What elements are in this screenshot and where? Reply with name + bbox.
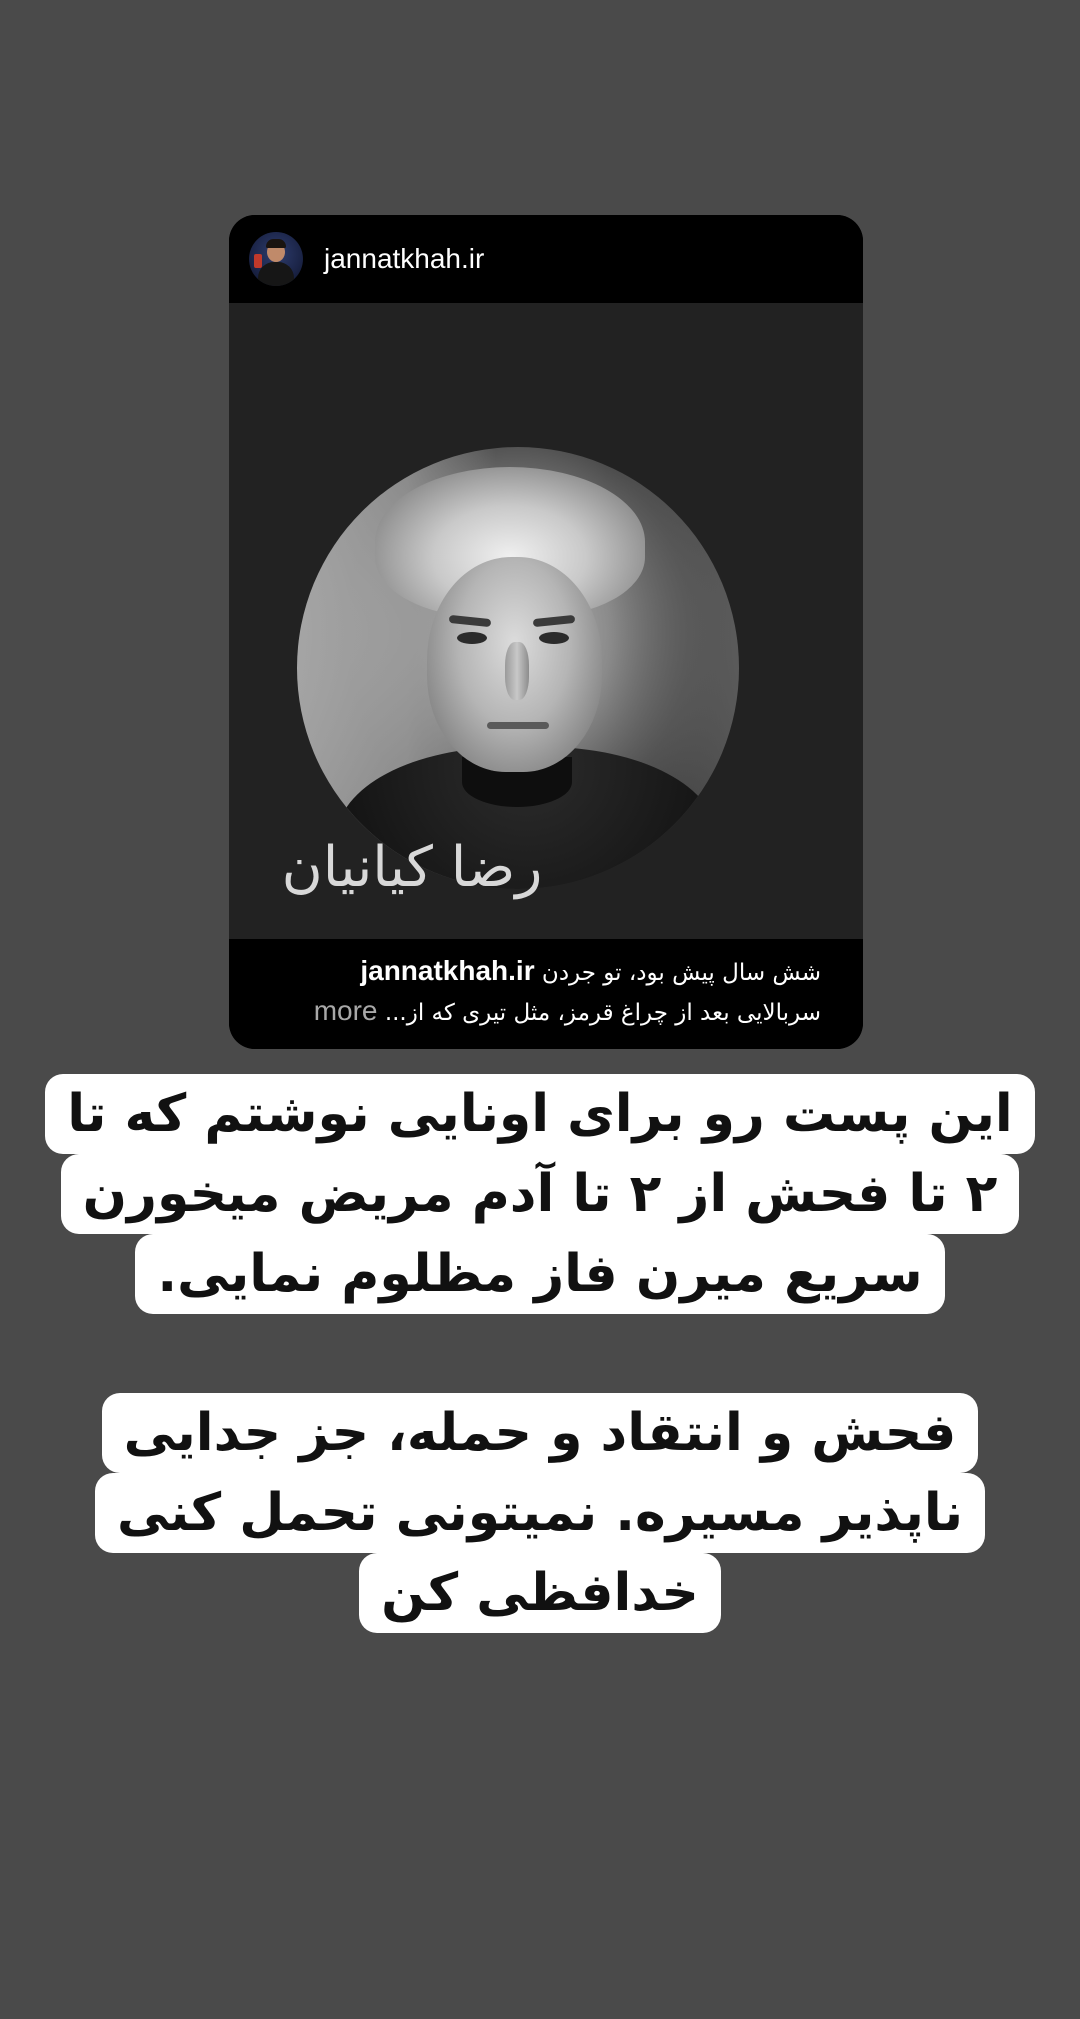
post-username[interactable]: jannatkhah.ir xyxy=(324,239,484,279)
story-text-block-1: این پست رو برای اونایی نوشتم که تا ۲ تا … xyxy=(0,1074,1080,1314)
story-text-line: فحش و انتقاد و حمله، جز جدایی xyxy=(101,1393,979,1473)
caption-line-1: شش سال پیش بود، تو جردن jannatkhah.ir xyxy=(360,953,821,991)
caption-username[interactable]: jannatkhah.ir xyxy=(360,955,534,986)
portrait-mouth xyxy=(487,722,549,729)
more-link[interactable]: more xyxy=(314,995,378,1026)
avatar-body xyxy=(258,262,294,286)
story-text-line: ۲ تا فحش از ۲ تا آدم مریض میخورن xyxy=(60,1154,1020,1234)
post-caption-area[interactable]: شش سال پیش بود، تو جردن jannatkhah.ir سر… xyxy=(229,939,863,1049)
portrait-photo xyxy=(297,447,739,889)
story-screen: { "post": { "username": "jannatkhah.ir",… xyxy=(0,0,1080,2019)
avatar-hair xyxy=(266,239,286,248)
profile-avatar[interactable] xyxy=(249,232,303,286)
story-text-block-2: فحش و انتقاد و حمله، جز جدایی ناپذیر مسی… xyxy=(0,1393,1080,1633)
post-header: jannatkhah.ir xyxy=(229,215,863,303)
image-name-caption: رضا کیانیان xyxy=(281,835,543,900)
story-text-line: این پست رو برای اونایی نوشتم که تا xyxy=(45,1074,1035,1154)
portrait-nose xyxy=(505,642,529,700)
portrait-eye-left xyxy=(457,632,487,644)
shared-post-card[interactable]: jannatkhah.ir رضا کیانیان شش سال پیش بود… xyxy=(229,215,863,1049)
story-text-line: خدافظی کن xyxy=(359,1553,721,1633)
caption-text-2: سربالایی بعد از چراغ قرمز، مثل تیری که ا… xyxy=(384,1000,821,1026)
portrait-eye-right xyxy=(539,632,569,644)
avatar-accent xyxy=(254,254,262,268)
story-text-line: ناپذیر مسیره. نمیتونی تحمل کنی xyxy=(95,1473,985,1553)
caption-text-1: شش سال پیش بود، تو جردن xyxy=(541,960,821,986)
caption-line-2: سربالایی بعد از چراغ قرمز، مثل تیری که ا… xyxy=(314,993,821,1031)
story-text-line: سریع میرن فاز مظلوم نمایی. xyxy=(135,1234,945,1314)
